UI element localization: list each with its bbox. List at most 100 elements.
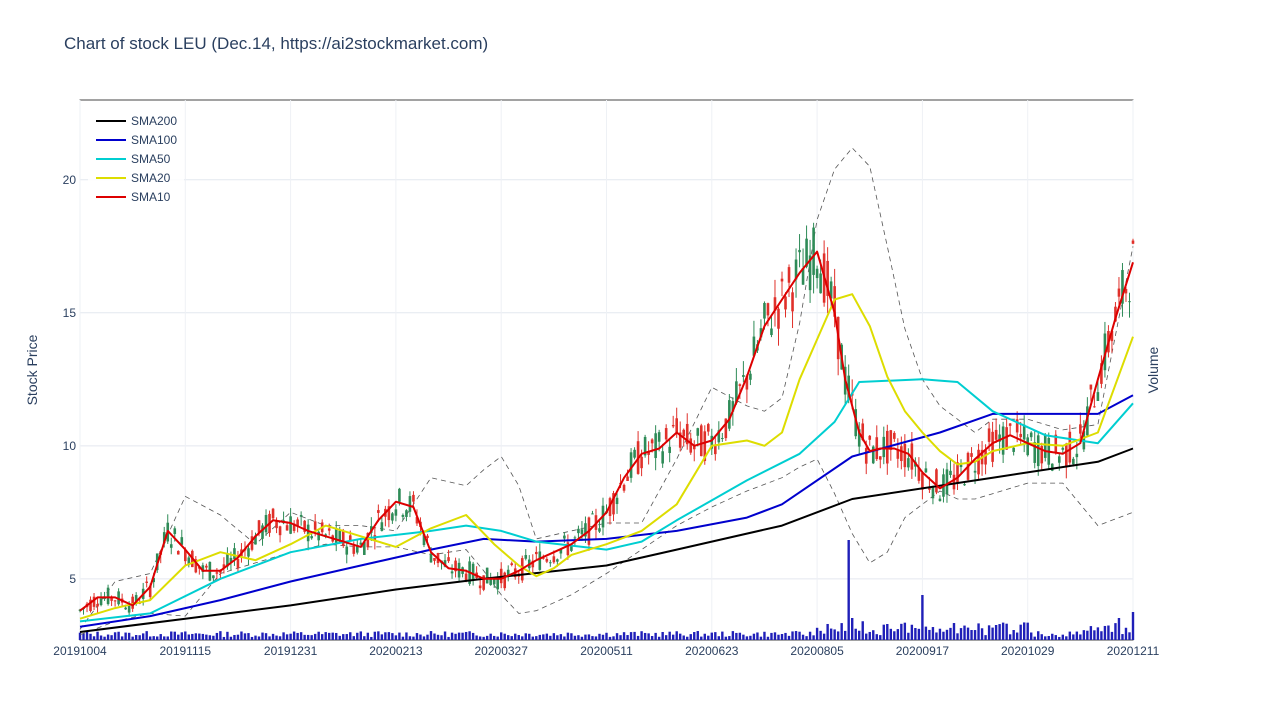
volume-bar (991, 627, 994, 640)
volume-bar (636, 635, 640, 640)
volume-bar (338, 635, 341, 640)
volume-bar (836, 631, 840, 640)
volume-bar (931, 627, 935, 640)
volume-bar (503, 633, 506, 640)
volume-bar (622, 632, 626, 640)
candle-body (903, 443, 907, 468)
volume-bar (82, 633, 85, 640)
candle-body (1019, 433, 1022, 438)
candle-body (1026, 437, 1029, 456)
volume-bar (194, 633, 198, 640)
candle-body (345, 546, 349, 555)
volume-bar (598, 633, 601, 640)
volume-bar (801, 634, 805, 640)
volume-bar (787, 635, 791, 640)
volume-bar (475, 635, 478, 640)
candle-body (633, 449, 636, 458)
volume-bar (854, 628, 857, 640)
volume-bar (721, 631, 724, 640)
x-tick-label: 20200917 (896, 644, 950, 658)
volume-bar (359, 631, 362, 640)
candle-body (447, 557, 450, 562)
candle-body (503, 572, 507, 589)
volume-bar (928, 629, 931, 640)
legend-label: SMA200 (131, 114, 177, 128)
volume-bar (643, 632, 647, 640)
volume-bar (264, 633, 268, 640)
volume-bar (994, 625, 998, 640)
candle-body (640, 456, 643, 469)
volume-bar (987, 625, 991, 640)
x-tick-label: 20191231 (264, 644, 318, 658)
candle-body (1131, 240, 1135, 244)
candle-body (377, 510, 380, 513)
candle-body (1057, 456, 1061, 463)
volume-bar (120, 636, 124, 640)
volume-bar (117, 631, 120, 640)
volume-bar (896, 629, 900, 640)
volume-bar (184, 631, 187, 640)
volume-bar (373, 631, 377, 640)
volume-bar (89, 633, 92, 640)
candle-body (675, 418, 678, 433)
candle-body (868, 435, 872, 440)
volume-bar (426, 634, 429, 640)
candle-body (426, 535, 429, 539)
volume-bar (763, 631, 766, 640)
volume-bar (1054, 635, 1057, 640)
volume-bar (703, 633, 706, 640)
volume-bar (973, 630, 977, 640)
volume-bar (577, 635, 580, 640)
volume-bar (457, 632, 461, 640)
candle-body (791, 292, 794, 312)
candle-body (699, 425, 703, 457)
candle-body (959, 464, 963, 468)
volume-bar (1051, 633, 1054, 640)
volume-bar (773, 632, 777, 640)
volume-bar (752, 633, 756, 640)
candle-body (391, 513, 394, 521)
volume-bar (914, 628, 917, 640)
volume-bar (1131, 612, 1135, 640)
candle-body (341, 531, 345, 546)
volume-bar (815, 627, 819, 640)
volume-bar (510, 636, 513, 640)
candle-body (664, 428, 668, 440)
volume-bar (500, 632, 503, 640)
candle-body (398, 488, 401, 502)
volume-bar (770, 632, 773, 640)
volume-bar (222, 636, 226, 640)
x-tick-label: 20200511 (580, 644, 633, 658)
volume-bar (882, 624, 885, 640)
volume-bar (731, 631, 735, 640)
volume-bar (177, 634, 180, 640)
volume-bar (858, 630, 861, 640)
candle-body (545, 558, 549, 562)
volume-bar (1026, 622, 1029, 640)
volume-bar (952, 623, 956, 640)
volume-bar (531, 636, 534, 640)
volume-bar (966, 627, 970, 640)
volume-bar (212, 635, 215, 640)
volume-bar (615, 633, 619, 640)
volume-bar (724, 636, 728, 640)
volume-bar (949, 627, 952, 640)
candle-body (176, 550, 180, 555)
volume-bar (879, 635, 882, 640)
volume-bar (1058, 636, 1061, 640)
volume-bar (900, 623, 903, 640)
volume-bar (268, 636, 271, 640)
candle-body (984, 450, 987, 465)
candle-body (264, 515, 268, 533)
volume-bar (924, 626, 928, 640)
candle-body (247, 548, 250, 557)
volume-bar (959, 628, 963, 640)
y-tick-label: 10 (63, 439, 77, 453)
volume-bar (170, 631, 173, 640)
candle-body (938, 498, 942, 502)
candle-body (787, 267, 791, 283)
volume-bar (310, 635, 313, 640)
volume-bar (229, 636, 233, 640)
volume-bar (1012, 630, 1015, 640)
candle-body (657, 432, 661, 442)
